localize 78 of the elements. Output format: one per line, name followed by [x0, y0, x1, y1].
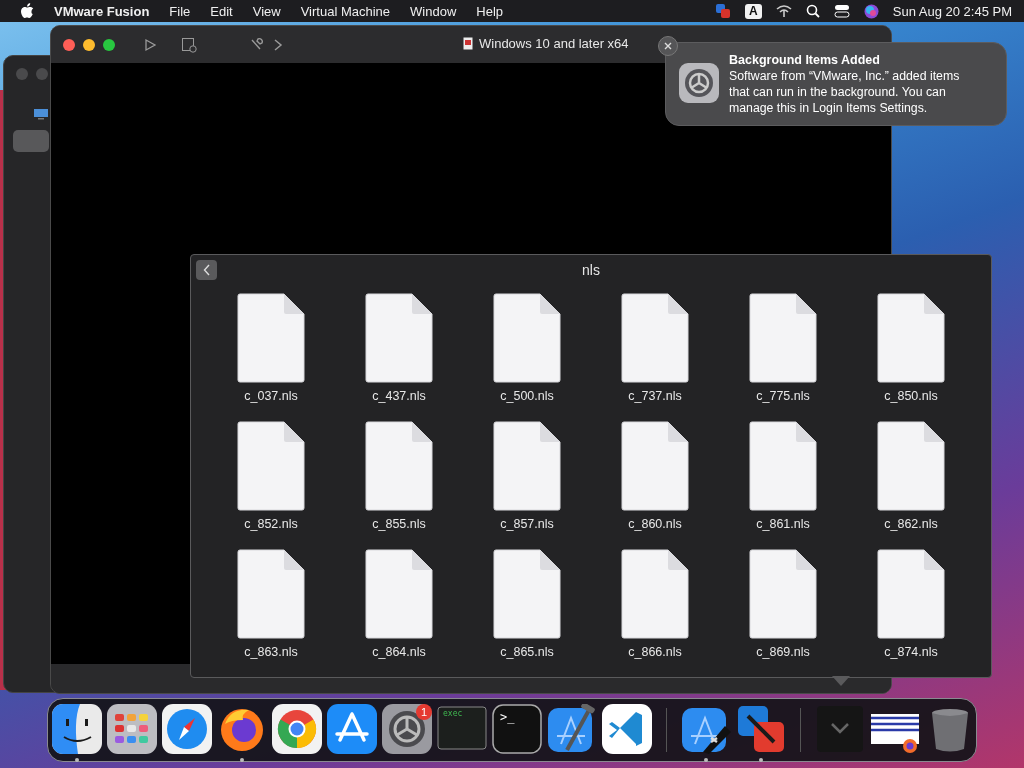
file-name[interactable]: c_865.nls: [500, 645, 554, 659]
file-name[interactable]: c_437.nls: [372, 389, 426, 403]
menu-item[interactable]: Edit: [200, 3, 243, 19]
file-name[interactable]: c_864.nls: [372, 645, 426, 659]
file-icon: [749, 421, 817, 511]
file-icon: [237, 293, 305, 383]
file-icon: [493, 421, 561, 511]
close-icon: [664, 42, 672, 50]
chevron-right-icon[interactable]: [273, 37, 283, 52]
wifi-icon[interactable]: [775, 4, 792, 18]
file-icon: [365, 293, 433, 383]
play-icon[interactable]: [143, 37, 157, 52]
file-icon: [621, 549, 689, 639]
file-name[interactable]: c_850.nls: [884, 389, 938, 403]
app-status-icon[interactable]: [715, 3, 732, 19]
file-icon: [365, 421, 433, 511]
file-name[interactable]: c_861.nls: [756, 517, 810, 531]
notification-badge: 1: [416, 704, 432, 720]
file-icon: [621, 421, 689, 511]
notification-banner[interactable]: Background Items Added Software from “VMware, Inc.” added items that can run in the background. You can manage this in Login Items Settings.: [665, 42, 1007, 126]
file-icon: [237, 549, 305, 639]
menu-item[interactable]: Virtual Machine: [290, 3, 401, 19]
menu-item[interactable]: Window: [400, 3, 467, 19]
apple-logo-icon[interactable]: [20, 3, 34, 19]
file-icon: [365, 549, 433, 639]
menu-item[interactable]: File: [159, 3, 201, 19]
prompt-glyph: >_: [500, 710, 515, 724]
minimize-button[interactable]: [83, 38, 95, 51]
back-button[interactable]: [196, 260, 217, 280]
file-name[interactable]: c_860.nls: [628, 517, 682, 531]
file-name[interactable]: c_863.nls: [244, 645, 298, 659]
control-center-icon[interactable]: [833, 4, 850, 18]
file-name[interactable]: c_862.nls: [884, 517, 938, 531]
file-name[interactable]: c_857.nls: [500, 517, 554, 531]
running-indicator: [759, 758, 763, 762]
file-name[interactable]: c_037.nls: [244, 389, 298, 403]
console-label: exec: [443, 709, 463, 718]
file-name[interactable]: c_866.nls: [628, 645, 682, 659]
dock-item[interactable]: exec: [437, 704, 487, 762]
file-icon: [877, 421, 945, 511]
input-source-indicator[interactable]: A: [745, 3, 762, 19]
file-name[interactable]: c_737.nls: [628, 389, 682, 403]
zoom-button[interactable]: [103, 38, 115, 51]
file-name[interactable]: c_869.nls: [756, 645, 810, 659]
running-indicator: [75, 758, 79, 762]
file-icon: [877, 293, 945, 383]
file-icon: [749, 549, 817, 639]
menu-bar-clock[interactable]: Sun Aug 20 2:45 PM: [892, 3, 1012, 19]
file-icon: [621, 293, 689, 383]
menu-item[interactable]: Help: [466, 3, 514, 19]
gear-icon: [679, 63, 719, 103]
running-indicator: [240, 758, 244, 762]
assistant-orb-icon[interactable]: [863, 3, 879, 19]
file-name[interactable]: c_855.nls: [372, 517, 426, 531]
file-icon: [749, 293, 817, 383]
snapshot-icon[interactable]: [181, 36, 197, 53]
search-icon[interactable]: [805, 4, 820, 18]
monitor-icon: [33, 108, 49, 120]
window-title: Windows 10 and later x64: [479, 36, 629, 51]
close-button[interactable]: [63, 38, 75, 51]
file-icon: [493, 549, 561, 639]
notification-body: Software from “VMware, Inc.” added items that can run in the background. You can manage this in Login Items Settings.: [729, 68, 961, 116]
file-icon: [877, 549, 945, 639]
running-indicator: [704, 758, 708, 762]
dock-item[interactable]: 1: [382, 704, 432, 762]
file-name[interactable]: c_500.nls: [500, 389, 554, 403]
file-icon: [237, 421, 305, 511]
document-icon: [463, 37, 473, 50]
file-name[interactable]: c_852.nls: [244, 517, 298, 531]
file-name[interactable]: c_874.nls: [884, 645, 938, 659]
notification-title: Background Items Added: [729, 53, 881, 68]
file-name[interactable]: c_775.nls: [756, 389, 810, 403]
dock-item[interactable]: >_: [492, 704, 542, 762]
chevron-left-icon: [202, 264, 211, 276]
file-icon: [493, 293, 561, 383]
stack-title: nls: [582, 261, 600, 278]
menu-item[interactable]: View: [242, 3, 291, 19]
app-menu[interactable]: VMware Fusion: [44, 3, 160, 19]
